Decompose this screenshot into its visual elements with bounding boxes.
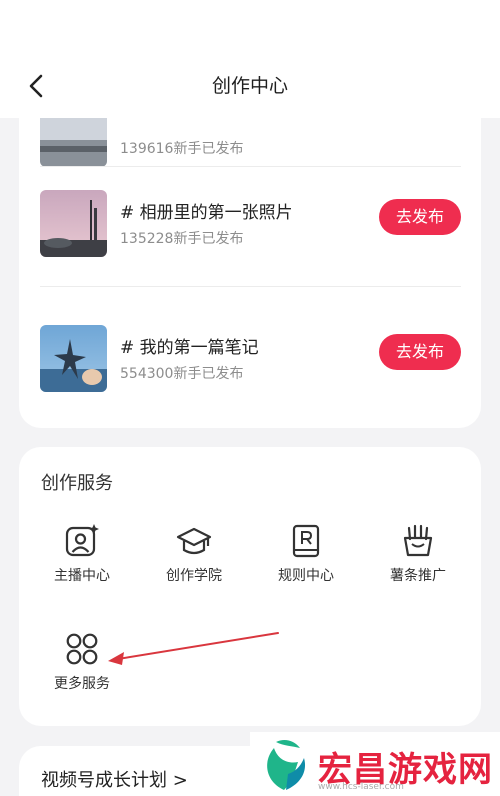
fries-icon: [403, 524, 433, 557]
service-label: 更多服务: [54, 676, 110, 692]
divider: [40, 286, 461, 287]
page-title: 创作中心: [211, 75, 288, 97]
topic-title: # 相册里的第一张照片: [120, 203, 293, 223]
services-card: 创作服务 主播中心 创作学院 规则中心 薯条推广 更多服务: [19, 447, 481, 726]
topic-row-3[interactable]: # 我的第一篇笔记 554300新手已发布 去发布: [40, 325, 461, 395]
topic-row-2[interactable]: # 相册里的第一张照片 135228新手已发布 去发布: [40, 190, 461, 260]
topic-subtitle: 135228新手已发布: [120, 231, 244, 247]
watermark-url: www.hcs-laser.com: [318, 782, 404, 792]
topic-subtitle: 139616新手已发布: [120, 141, 244, 157]
more-grid-icon: [66, 633, 98, 665]
service-rule-center[interactable]: 规则中心: [251, 523, 361, 585]
graduation-cap-icon: [176, 527, 212, 555]
topic-thumbnail-3: [40, 325, 107, 392]
anchor-center-icon: [65, 524, 99, 557]
growth-plan-link[interactable]: 视频号成长计划 >: [41, 766, 188, 792]
service-more[interactable]: 更多服务: [27, 631, 137, 693]
service-fries-promotion[interactable]: 薯条推广: [363, 523, 473, 585]
service-label: 薯条推广: [390, 568, 446, 584]
watermark-logo-icon: [267, 740, 306, 790]
rule-book-icon: [292, 524, 320, 558]
watermark: 宏昌游戏网 www.hcs-laser.com: [250, 732, 500, 796]
service-creator-academy[interactable]: 创作学院: [139, 523, 249, 585]
top-bar: 创作中心: [0, 0, 500, 118]
publish-button[interactable]: 去发布: [379, 334, 461, 370]
service-label: 主播中心: [54, 568, 110, 584]
section-title: 创作服务: [41, 473, 113, 494]
divider: [40, 166, 461, 167]
publish-button[interactable]: 去发布: [379, 199, 461, 235]
service-anchor-center[interactable]: 主播中心: [27, 523, 137, 585]
service-label: 规则中心: [278, 568, 334, 584]
topic-title: # 我的第一篇笔记: [120, 338, 259, 358]
topic-thumbnail-2: [40, 190, 107, 257]
topic-subtitle: 554300新手已发布: [120, 366, 244, 382]
service-label: 创作学院: [166, 568, 222, 584]
